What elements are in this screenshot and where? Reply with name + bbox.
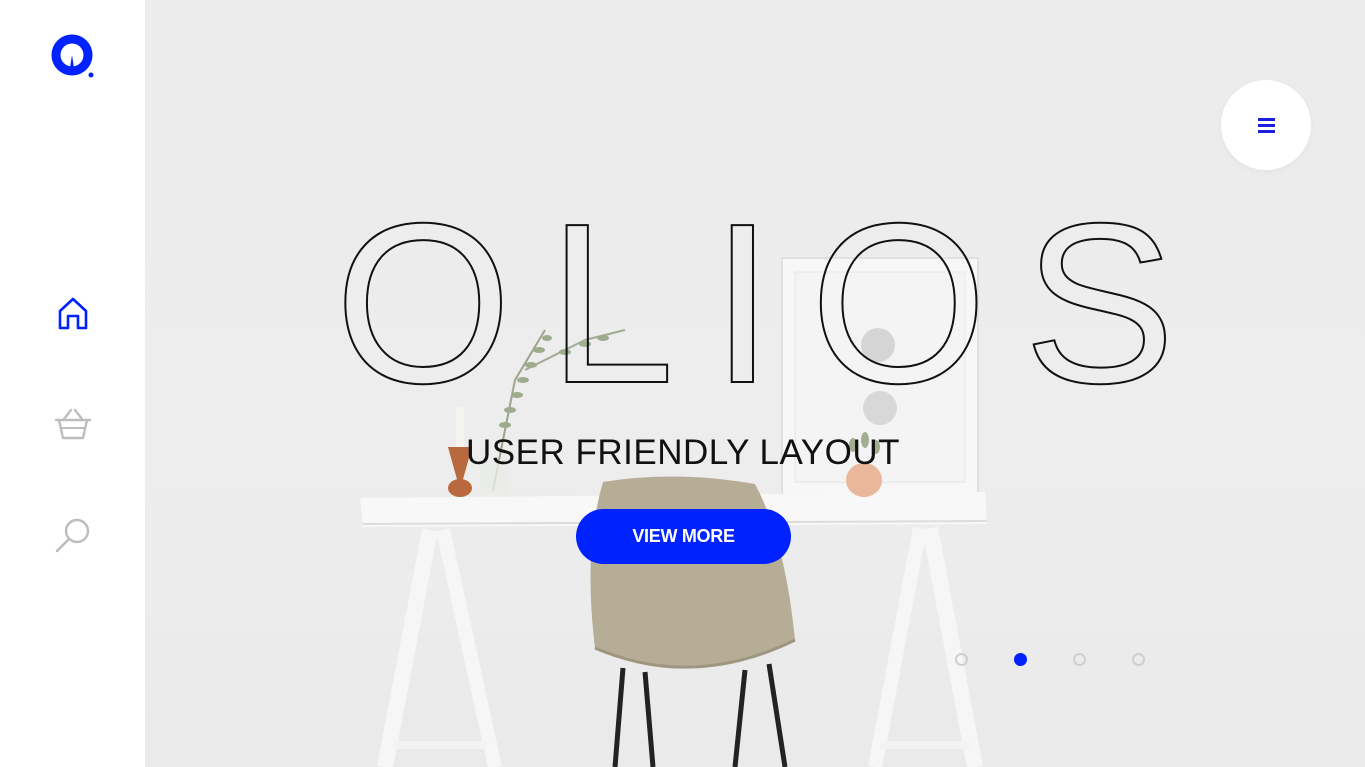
- sidebar-item-home[interactable]: [52, 292, 94, 334]
- search-icon: [55, 518, 90, 553]
- menu-button[interactable]: [1221, 80, 1311, 170]
- slider-dot[interactable]: [1073, 653, 1086, 666]
- brand-title: OLIOS: [334, 177, 1212, 431]
- hero-subtitle: USER FRIENDLY LAYOUT: [466, 433, 900, 472]
- sidebar: [0, 0, 145, 767]
- basket-icon: [54, 408, 92, 440]
- home-icon: [58, 297, 88, 330]
- sidebar-item-shop[interactable]: [52, 403, 94, 445]
- slider-dot[interactable]: [955, 653, 968, 666]
- view-more-button[interactable]: VIEW MORE: [576, 509, 791, 564]
- sidebar-item-search[interactable]: [52, 514, 94, 556]
- olios-logo-icon[interactable]: [51, 34, 97, 80]
- slider-dot[interactable]: [1132, 653, 1145, 666]
- hero-section: OLIOS USER FRIENDLY LAYOUT VIEW MORE: [145, 0, 1365, 767]
- slider-dot-active[interactable]: [1014, 653, 1027, 666]
